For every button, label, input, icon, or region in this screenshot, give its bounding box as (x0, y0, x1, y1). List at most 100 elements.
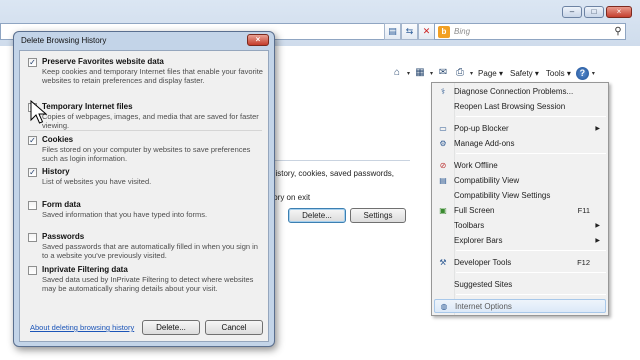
shortcut-label: F11 (577, 205, 590, 215)
page-menu[interactable]: Page ▾ (476, 69, 505, 78)
tools-menu-button[interactable]: Tools ▾ (544, 69, 573, 78)
option-description: Saved information that you have typed in… (42, 210, 208, 219)
menu-item-label: Explorer Bars (454, 235, 503, 245)
mail-icon[interactable]: ✉ (436, 66, 450, 80)
dialog-close-button[interactable]: × (247, 34, 269, 46)
passwords-checkbox[interactable] (28, 233, 37, 242)
feeds-icon[interactable]: ▦ (413, 66, 427, 80)
chevron-down-icon[interactable]: ▾ (470, 70, 473, 77)
menu-item-label: Full Screen (454, 205, 495, 215)
option-title: History (42, 167, 70, 176)
menu-item-label: Developer Tools (454, 257, 512, 267)
search-box[interactable]: b Bing ⚲ (434, 23, 626, 40)
history-checkbox[interactable]: ✓ (28, 168, 37, 177)
delete-on-exit-label: tory on exit (271, 193, 311, 202)
menu-item-label: Internet Options (455, 301, 512, 311)
form-data-checkbox[interactable] (28, 201, 37, 210)
option-title: Temporary Internet files (42, 102, 133, 111)
submenu-arrow-icon: ▶ (595, 222, 600, 229)
menu-item-label: Reopen Last Browsing Session (454, 101, 566, 111)
shortcut-label: F12 (577, 257, 590, 267)
option-title: Form data (42, 200, 81, 209)
option-title: Preserve Favorites website data (42, 57, 164, 66)
chevron-down-icon[interactable]: ▾ (407, 70, 410, 77)
dialog-title: Delete Browsing History (21, 36, 107, 45)
delete-browsing-history-dialog: Delete Browsing History × ✓ Preserve Fav… (13, 31, 275, 347)
option-title: Passwords (42, 232, 85, 241)
about-deleting-history-link[interactable]: About deleting browsing history (30, 323, 134, 332)
menu-item-label: Manage Add-ons (454, 138, 515, 148)
maximize-button[interactable]: □ (584, 6, 604, 18)
mouse-pointer-icon (30, 100, 48, 124)
delete-button[interactable]: Delete... (142, 320, 200, 335)
cancel-button[interactable]: Cancel (205, 320, 263, 335)
minimize-button[interactable]: – (562, 6, 582, 18)
menu-item-explorer-bars[interactable]: Explorer Bars ▶ (434, 233, 606, 247)
command-bar: ⌂ ▾ ▦ ▾ ✉ ⎙ ▾ Page ▾ Safety ▾ Tools ▾ ? … (390, 64, 640, 82)
offline-icon: ⊘ (439, 160, 447, 170)
divider (30, 130, 262, 131)
dialog-body: ✓ Preserve Favorites website data Keep c… (19, 50, 269, 342)
preserve-favorites-checkbox[interactable]: ✓ (28, 58, 37, 67)
option-description: Keep cookies and temporary Internet file… (42, 67, 263, 85)
chevron-down-icon[interactable]: ▾ (592, 70, 595, 77)
menu-separator (456, 153, 606, 154)
menu-separator (456, 250, 606, 251)
option-description: List of websites you have visited. (42, 177, 152, 186)
chevron-down-icon[interactable]: ▾ (430, 70, 433, 77)
compat-icon: ▤ (439, 175, 447, 185)
menu-item-compat-settings[interactable]: Compatibility View Settings (434, 188, 606, 202)
menu-item-label: Compatibility View (454, 175, 520, 185)
home-icon[interactable]: ⌂ (390, 66, 404, 80)
option-title: Inprivate Filtering data (42, 265, 128, 274)
safety-menu[interactable]: Safety ▾ (508, 69, 541, 78)
devtools-icon: ⚒ (439, 257, 447, 267)
menu-item-label: Pop-up Blocker (454, 123, 509, 133)
option-description: Saved passwords that are automatically f… (42, 242, 258, 260)
search-input[interactable]: Bing (454, 27, 611, 36)
menu-item-internet-options[interactable]: ◍ Internet Options (434, 299, 606, 313)
compat-view-icon[interactable]: ▤ (384, 23, 401, 40)
menu-item-popup-blocker[interactable]: ▭ Pop-up Blocker ▶ (434, 121, 606, 135)
inprivate-filtering-checkbox[interactable] (28, 266, 37, 275)
menu-item-diagnose[interactable]: ⚕ Diagnose Connection Problems... (434, 84, 606, 98)
menu-separator (456, 116, 606, 117)
popup-icon: ▭ (439, 123, 447, 133)
addons-icon: ⚙ (439, 138, 447, 148)
help-icon[interactable]: ? (575, 66, 589, 80)
option-description: Saved data used by InPrivate Filtering t… (42, 275, 254, 293)
close-window-button[interactable]: × (606, 6, 632, 18)
print-icon[interactable]: ⎙ (453, 66, 467, 80)
tools-menu: ⚕ Diagnose Connection Problems... Reopen… (431, 82, 609, 316)
fullscreen-icon: ▣ (439, 205, 447, 215)
menu-item-manage-addons[interactable]: ⚙ Manage Add-ons (434, 136, 606, 150)
menu-item-toolbars[interactable]: Toolbars ▶ (434, 218, 606, 232)
stop-icon[interactable]: ✕ (418, 23, 435, 40)
options-settings-button[interactable]: Settings (350, 208, 406, 223)
options-icon: ◍ (440, 301, 448, 311)
menu-item-reopen-session[interactable]: Reopen Last Browsing Session (434, 99, 606, 113)
window-controls: – □ × (562, 6, 632, 18)
submenu-arrow-icon: ▶ (595, 125, 600, 132)
cookies-checkbox[interactable]: ✓ (28, 136, 37, 145)
refresh-icon[interactable]: ⇆ (401, 23, 418, 40)
options-delete-button[interactable]: Delete... (288, 208, 346, 223)
bing-logo-icon: b (438, 25, 450, 38)
menu-item-label: Diagnose Connection Problems... (454, 86, 574, 96)
submenu-arrow-icon: ▶ (595, 237, 600, 244)
menu-item-label: Work Offline (454, 160, 498, 170)
menu-item-work-offline[interactable]: ⊘ Work Offline (434, 158, 606, 172)
menu-separator (456, 272, 606, 273)
menu-item-compat-view[interactable]: ▤ Compatibility View (434, 173, 606, 187)
menu-item-suggested-sites[interactable]: Suggested Sites (434, 277, 606, 291)
diagnose-icon: ⚕ (440, 86, 446, 96)
menu-item-label: Toolbars (454, 220, 485, 230)
search-icon[interactable]: ⚲ (611, 26, 625, 37)
menu-item-developer-tools[interactable]: ⚒ Developer Tools F12 (434, 255, 606, 269)
option-title: Cookies (42, 135, 74, 144)
menu-separator (456, 294, 606, 295)
address-icons: ▤ ⇆ ✕ (384, 23, 435, 40)
divider (266, 160, 410, 161)
history-description: history, cookies, saved passwords, (271, 169, 395, 178)
menu-item-full-screen[interactable]: ▣ Full Screen F11 (434, 203, 606, 217)
